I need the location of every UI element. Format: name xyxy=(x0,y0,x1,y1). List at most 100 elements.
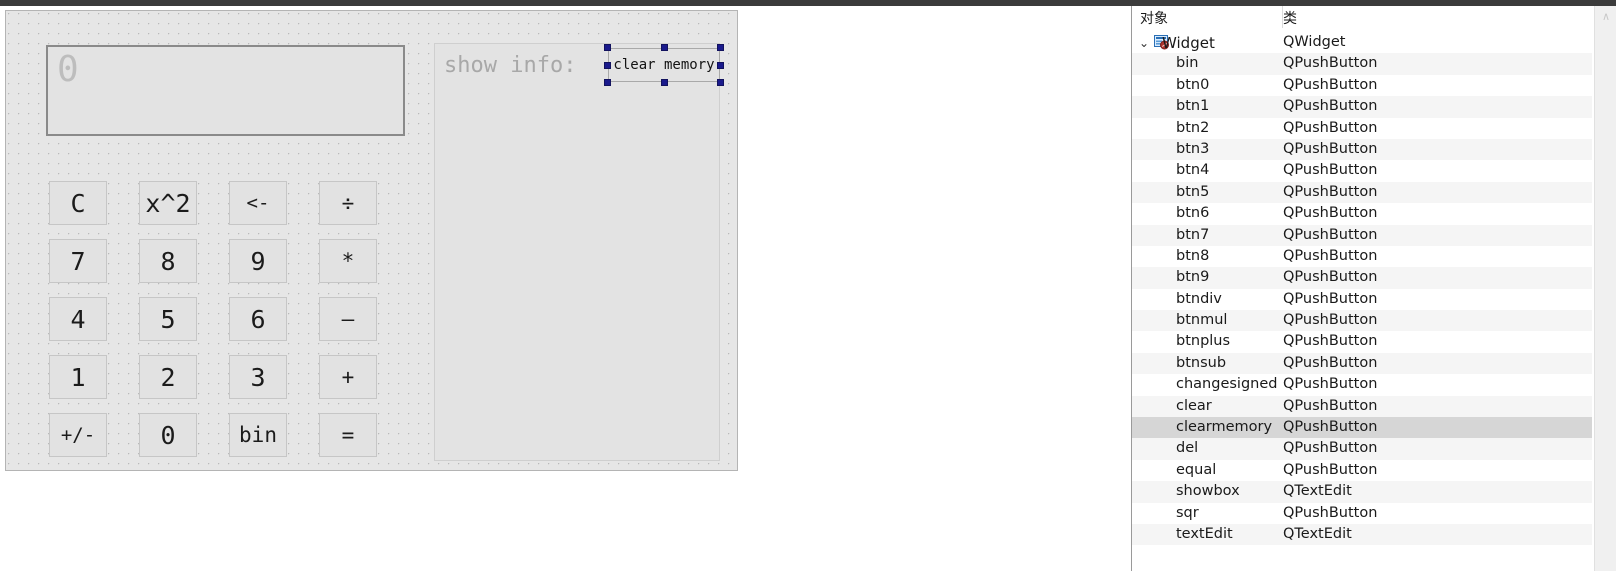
object-tree-row[interactable]: btnplus QPushButton xyxy=(1132,331,1592,352)
selected-widget-wrapper: clear memory xyxy=(604,44,724,86)
object-class: QPushButton xyxy=(1283,183,1378,200)
header-column-separator[interactable] xyxy=(1282,6,1283,28)
object-tree-row[interactable]: equal QPushButton xyxy=(1132,460,1592,481)
button-bin[interactable]: bin xyxy=(229,413,287,457)
resize-handle-top-left[interactable] xyxy=(604,44,611,51)
object-tree-row[interactable]: btn5 QPushButton xyxy=(1132,181,1592,204)
button-3[interactable]: 3 xyxy=(229,355,287,399)
button-7[interactable]: 7 xyxy=(49,239,107,283)
object-tree-row[interactable]: showbox QTextEdit xyxy=(1132,481,1592,503)
object-class: QPushButton xyxy=(1283,333,1378,350)
button-6[interactable]: 6 xyxy=(229,297,287,341)
resize-handle-middle-left[interactable] xyxy=(604,62,611,69)
object-tree-row[interactable]: btn7 QPushButton xyxy=(1132,224,1592,246)
button-0[interactable]: 0 xyxy=(139,413,197,457)
button-clear-memory[interactable]: clear memory xyxy=(608,48,720,82)
object-tree-row[interactable]: sqr QPushButton xyxy=(1132,503,1592,524)
button-subtract[interactable]: — xyxy=(319,297,377,341)
showbox-text-edit[interactable]: show info: xyxy=(434,43,720,461)
keypad-row: +/- 0 bin = xyxy=(49,413,377,471)
chevron-down-icon[interactable]: ⌄ xyxy=(1138,37,1150,49)
button-1[interactable]: 1 xyxy=(49,355,107,399)
object-class: QPushButton xyxy=(1283,504,1378,521)
object-tree-row[interactable]: btnmul QPushButton xyxy=(1132,310,1592,332)
object-tree-row[interactable]: btn8 QPushButton xyxy=(1132,246,1592,267)
object-tree-row[interactable]: btn6 QPushButton xyxy=(1132,203,1592,224)
object-class: QPushButton xyxy=(1283,55,1378,72)
object-tree-rows: ⌄ Widget QWidget bin QPushButton btn0 QPushBut… xyxy=(1132,32,1592,571)
object-class: QPushButton xyxy=(1283,290,1378,307)
object-name: clear xyxy=(1176,397,1212,414)
object-class: QTextEdit xyxy=(1283,525,1352,542)
object-tree-row[interactable]: btn2 QPushButton xyxy=(1132,118,1592,139)
button-9[interactable]: 9 xyxy=(229,239,287,283)
object-class: QPushButton xyxy=(1283,119,1378,136)
object-name: Widget xyxy=(1162,34,1215,52)
resize-handle-bottom-left[interactable] xyxy=(604,79,611,86)
object-class: QPushButton xyxy=(1283,162,1378,179)
object-class: QPushButton xyxy=(1283,419,1378,436)
keypad-row: 7 8 9 * xyxy=(49,239,377,297)
object-tree-row[interactable]: btn4 QPushButton xyxy=(1132,160,1592,181)
object-tree-row[interactable]: btnsub QPushButton xyxy=(1132,352,1592,375)
object-name: btn3 xyxy=(1176,140,1210,157)
text-edit-display[interactable]: 0 xyxy=(46,45,405,136)
keypad-row: C x^2 <- ÷ xyxy=(49,181,377,239)
object-class: QPushButton xyxy=(1283,226,1378,243)
object-tree-row[interactable]: textEdit QTextEdit xyxy=(1132,523,1592,546)
object-tree-row[interactable]: del QPushButton xyxy=(1132,438,1592,460)
column-header-object[interactable]: 对象 xyxy=(1140,8,1168,28)
resize-handle-top-right[interactable] xyxy=(717,44,724,51)
object-name: textEdit xyxy=(1176,525,1233,542)
button-equal[interactable]: = xyxy=(319,413,377,457)
object-name: btn8 xyxy=(1176,247,1210,264)
resize-handle-middle-right[interactable] xyxy=(717,62,724,69)
button-4[interactable]: 4 xyxy=(49,297,107,341)
object-tree-row[interactable]: btn9 QPushButton xyxy=(1132,267,1592,289)
object-class: QPushButton xyxy=(1283,76,1378,93)
object-class: QPushButton xyxy=(1283,140,1378,157)
object-name: equal xyxy=(1176,461,1217,478)
button-square[interactable]: x^2 xyxy=(139,181,197,225)
object-tree-row[interactable]: clear QPushButton xyxy=(1132,395,1592,418)
object-tree-row[interactable]: btndiv QPushButton xyxy=(1132,289,1592,310)
object-class: QPushButton xyxy=(1283,397,1378,414)
object-class: QPushButton xyxy=(1283,354,1378,371)
keypad-row: 4 5 6 — xyxy=(49,297,377,355)
object-tree-row[interactable]: ⌄ Widget QWidget xyxy=(1132,32,1592,53)
object-class: QPushButton xyxy=(1283,98,1378,115)
button-add[interactable]: + xyxy=(319,355,377,399)
button-8[interactable]: 8 xyxy=(139,239,197,283)
object-tree-row[interactable]: btn0 QPushButton xyxy=(1132,75,1592,96)
form-design-canvas[interactable]: 0 show info: C x^2 <- ÷ 7 8 9 * 4 5 6 — xyxy=(5,10,738,471)
object-tree-row[interactable]: bin QPushButton xyxy=(1132,53,1592,75)
object-tree-row[interactable]: btn1 QPushButton xyxy=(1132,96,1592,118)
object-class: QWidget xyxy=(1283,34,1346,50)
object-name: sqr xyxy=(1176,504,1199,521)
object-name: clearmemory xyxy=(1176,419,1273,436)
resize-handle-top-center[interactable] xyxy=(661,44,668,51)
scroll-up-arrow-icon[interactable]: ∧ xyxy=(1595,6,1616,26)
text-edit-value: 0 xyxy=(57,49,79,90)
button-change-sign[interactable]: +/- xyxy=(49,413,107,457)
calculator-keypad: C x^2 <- ÷ 7 8 9 * 4 5 6 — 1 2 3 + +/- 0… xyxy=(49,181,377,471)
button-5[interactable]: 5 xyxy=(139,297,197,341)
inspector-vertical-scrollbar[interactable]: ∧ xyxy=(1594,6,1616,571)
object-tree-row[interactable]: btn3 QPushButton xyxy=(1132,138,1592,161)
showbox-placeholder: show info: xyxy=(444,53,577,78)
object-name: btn9 xyxy=(1176,269,1210,286)
object-name: btn2 xyxy=(1176,119,1210,136)
column-header-class[interactable]: 类 xyxy=(1283,8,1297,28)
button-divide[interactable]: ÷ xyxy=(319,181,377,225)
object-tree-row[interactable]: clearmemory QPushButton xyxy=(1132,417,1592,439)
resize-handle-bottom-right[interactable] xyxy=(717,79,724,86)
object-class: QTextEdit xyxy=(1283,483,1352,500)
button-clear[interactable]: C xyxy=(49,181,107,225)
resize-handle-bottom-center[interactable] xyxy=(661,79,668,86)
inspector-header-row: 对象 类 xyxy=(1136,6,1592,28)
button-del[interactable]: <- xyxy=(229,181,287,225)
keypad-row: 1 2 3 + xyxy=(49,355,377,413)
button-2[interactable]: 2 xyxy=(139,355,197,399)
button-multiply[interactable]: * xyxy=(319,239,377,283)
object-tree-row[interactable]: changesigned QPushButton xyxy=(1132,374,1592,395)
